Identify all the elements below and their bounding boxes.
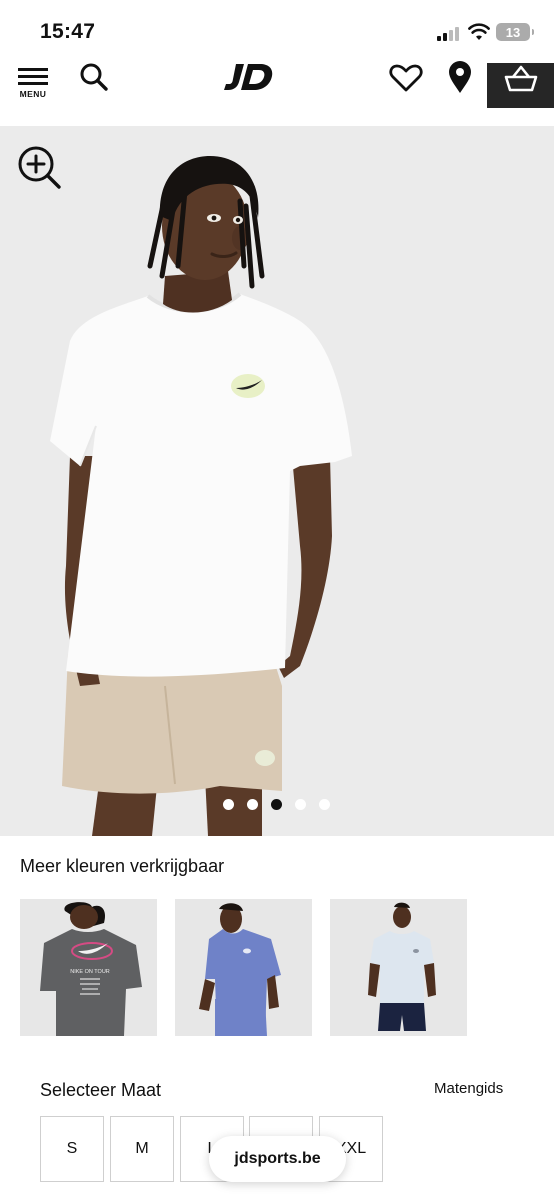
status-time: 15:47: [40, 20, 96, 43]
pagination-dot-active[interactable]: [271, 799, 282, 810]
pagination-dot[interactable]: [247, 799, 258, 810]
heart-icon[interactable]: [388, 62, 424, 94]
site-header: MENU: [0, 60, 554, 124]
battery-level: 13: [505, 24, 521, 40]
pagination-dot[interactable]: [295, 799, 306, 810]
pagination-dot[interactable]: [319, 799, 330, 810]
search-icon[interactable]: [78, 62, 110, 94]
menu-button[interactable]: MENU: [16, 66, 52, 102]
menu-label: MENU: [19, 89, 47, 99]
browser-url-pill[interactable]: jdsports.be: [209, 1136, 346, 1182]
blue-tee-image: [199, 903, 281, 1036]
more-colors-title: Meer kleuren verkrijgbaar: [20, 856, 225, 876]
hamburger-icon: [18, 68, 48, 86]
size-guide-link[interactable]: Matengids: [434, 1080, 503, 1097]
zoom-in-icon[interactable]: [16, 144, 62, 190]
color-swatch-blue[interactable]: [175, 899, 312, 1036]
select-size-title: Selecteer Maat: [40, 1080, 162, 1100]
jd-logo[interactable]: [222, 60, 278, 94]
product-photo: [50, 156, 352, 836]
product-image-gallery[interactable]: [0, 126, 554, 836]
gallery-pagination: [220, 798, 340, 812]
location-pin-icon[interactable]: [446, 60, 474, 94]
wifi-icon: [468, 23, 490, 40]
grey-tee-back-image: NIKE ON TOUR: [40, 902, 142, 1036]
nike-on-tour-print: NIKE ON TOUR: [70, 969, 110, 975]
light-blue-tee-image: [368, 902, 436, 1031]
pagination-dot[interactable]: [223, 799, 234, 810]
color-swatch-grey[interactable]: NIKE ON TOUR: [20, 899, 157, 1036]
size-option-s[interactable]: S: [40, 1116, 104, 1182]
basket-button[interactable]: [487, 63, 554, 108]
size-option-m[interactable]: M: [110, 1116, 174, 1182]
cellular-signal-icon: [437, 26, 463, 41]
color-swatch-light-blue[interactable]: [330, 899, 467, 1036]
basket-icon: [504, 65, 538, 92]
status-bar: 15:47 13: [0, 0, 554, 60]
battery-indicator: 13: [496, 23, 534, 41]
